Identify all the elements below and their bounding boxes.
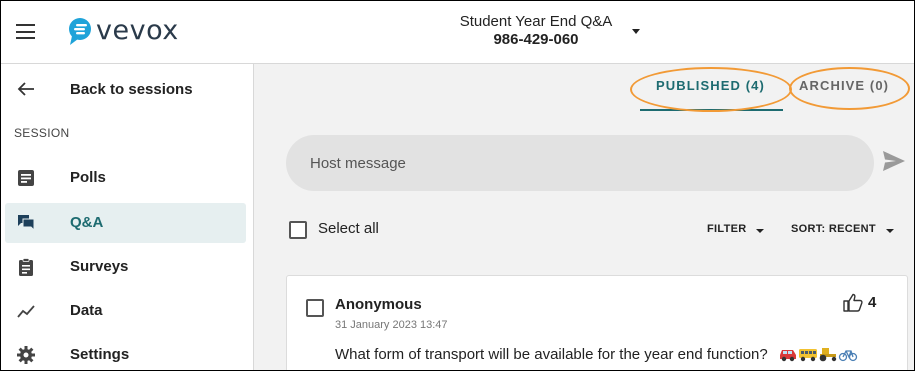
- filter-label: FILTER: [707, 223, 747, 235]
- active-tab-indicator: [640, 109, 783, 111]
- section-label: SESSION: [14, 126, 70, 140]
- sort-dropdown[interactable]: SORT: RECENT: [791, 223, 876, 235]
- back-to-sessions-button[interactable]: Back to sessions: [1, 74, 253, 106]
- question-author: Anonymous: [335, 296, 422, 313]
- vevox-logo-icon: [69, 18, 91, 45]
- filter-caret-icon[interactable]: [756, 229, 764, 233]
- question-card: Anonymous 31 January 2023 13:47 4 What f…: [286, 275, 908, 370]
- sidebar-item-label: Surveys: [70, 258, 129, 275]
- tab-archive[interactable]: ARCHIVE (0): [799, 78, 889, 93]
- data-icon: [17, 305, 35, 318]
- sidebar-item-label: Data: [70, 302, 103, 319]
- select-all-label: Select all: [318, 220, 379, 237]
- sidebar-item-label: Polls: [70, 169, 106, 186]
- filter-dropdown[interactable]: FILTER: [707, 223, 746, 235]
- app-window: vevox Student Year End Q&A 986-429-060 B…: [0, 0, 915, 371]
- main-panel: PUBLISHED (4) ARCHIVE (0) Select all FIL…: [254, 64, 914, 370]
- qa-icon: [18, 215, 35, 232]
- question-date: 31 January 2023 13:47: [335, 319, 448, 331]
- sidebar-item-data[interactable]: Data: [5, 291, 246, 331]
- tractor-emoji: [819, 348, 837, 362]
- transport-emojis: [778, 346, 858, 362]
- sidebar-item-qa[interactable]: Q&A: [5, 203, 246, 243]
- thumbs-up-icon: [843, 293, 863, 312]
- settings-icon: [17, 346, 35, 364]
- session-name: Student Year End Q&A: [459, 13, 613, 30]
- bus-emoji: [798, 349, 817, 362]
- sidebar-item-polls[interactable]: Polls: [5, 158, 246, 198]
- sort-label: SORT: RECENT: [791, 223, 876, 235]
- question-text: What form of transport will be available…: [335, 346, 768, 363]
- polls-icon: [18, 170, 34, 186]
- sidebar-item-label: Q&A: [70, 214, 104, 231]
- sidebar-item-settings[interactable]: Settings: [5, 335, 246, 370]
- sidebar: Back to sessions SESSION Polls Q&A Surve…: [1, 64, 254, 370]
- menu-icon[interactable]: [16, 24, 35, 39]
- tab-published[interactable]: PUBLISHED (4): [656, 78, 765, 93]
- sort-caret-icon[interactable]: [886, 229, 894, 233]
- back-to-sessions-label: Back to sessions: [70, 81, 193, 98]
- like-button[interactable]: 4: [843, 293, 876, 312]
- car-emoji: [779, 350, 796, 362]
- like-count: 4: [868, 294, 877, 311]
- session-code: 986-429-060: [493, 31, 579, 48]
- send-icon[interactable]: [882, 150, 906, 172]
- session-dropdown-caret-icon[interactable]: [632, 29, 640, 34]
- vevox-logo: vevox: [67, 15, 179, 48]
- session-title[interactable]: Student Year End Q&A 986-429-060: [446, 13, 626, 49]
- surveys-icon: [19, 258, 33, 276]
- question-text-row: What form of transport will be available…: [335, 346, 858, 363]
- question-checkbox[interactable]: [306, 299, 324, 317]
- host-message-input[interactable]: [286, 135, 874, 191]
- arrow-left-icon: [17, 82, 34, 96]
- sidebar-item-label: Settings: [70, 346, 130, 363]
- app-name: vevox: [96, 15, 179, 46]
- bicycle-emoji: [838, 350, 858, 362]
- top-header: vevox Student Year End Q&A 986-429-060: [1, 1, 914, 64]
- select-all-checkbox[interactable]: [289, 221, 307, 239]
- sidebar-item-surveys[interactable]: Surveys: [5, 247, 246, 287]
